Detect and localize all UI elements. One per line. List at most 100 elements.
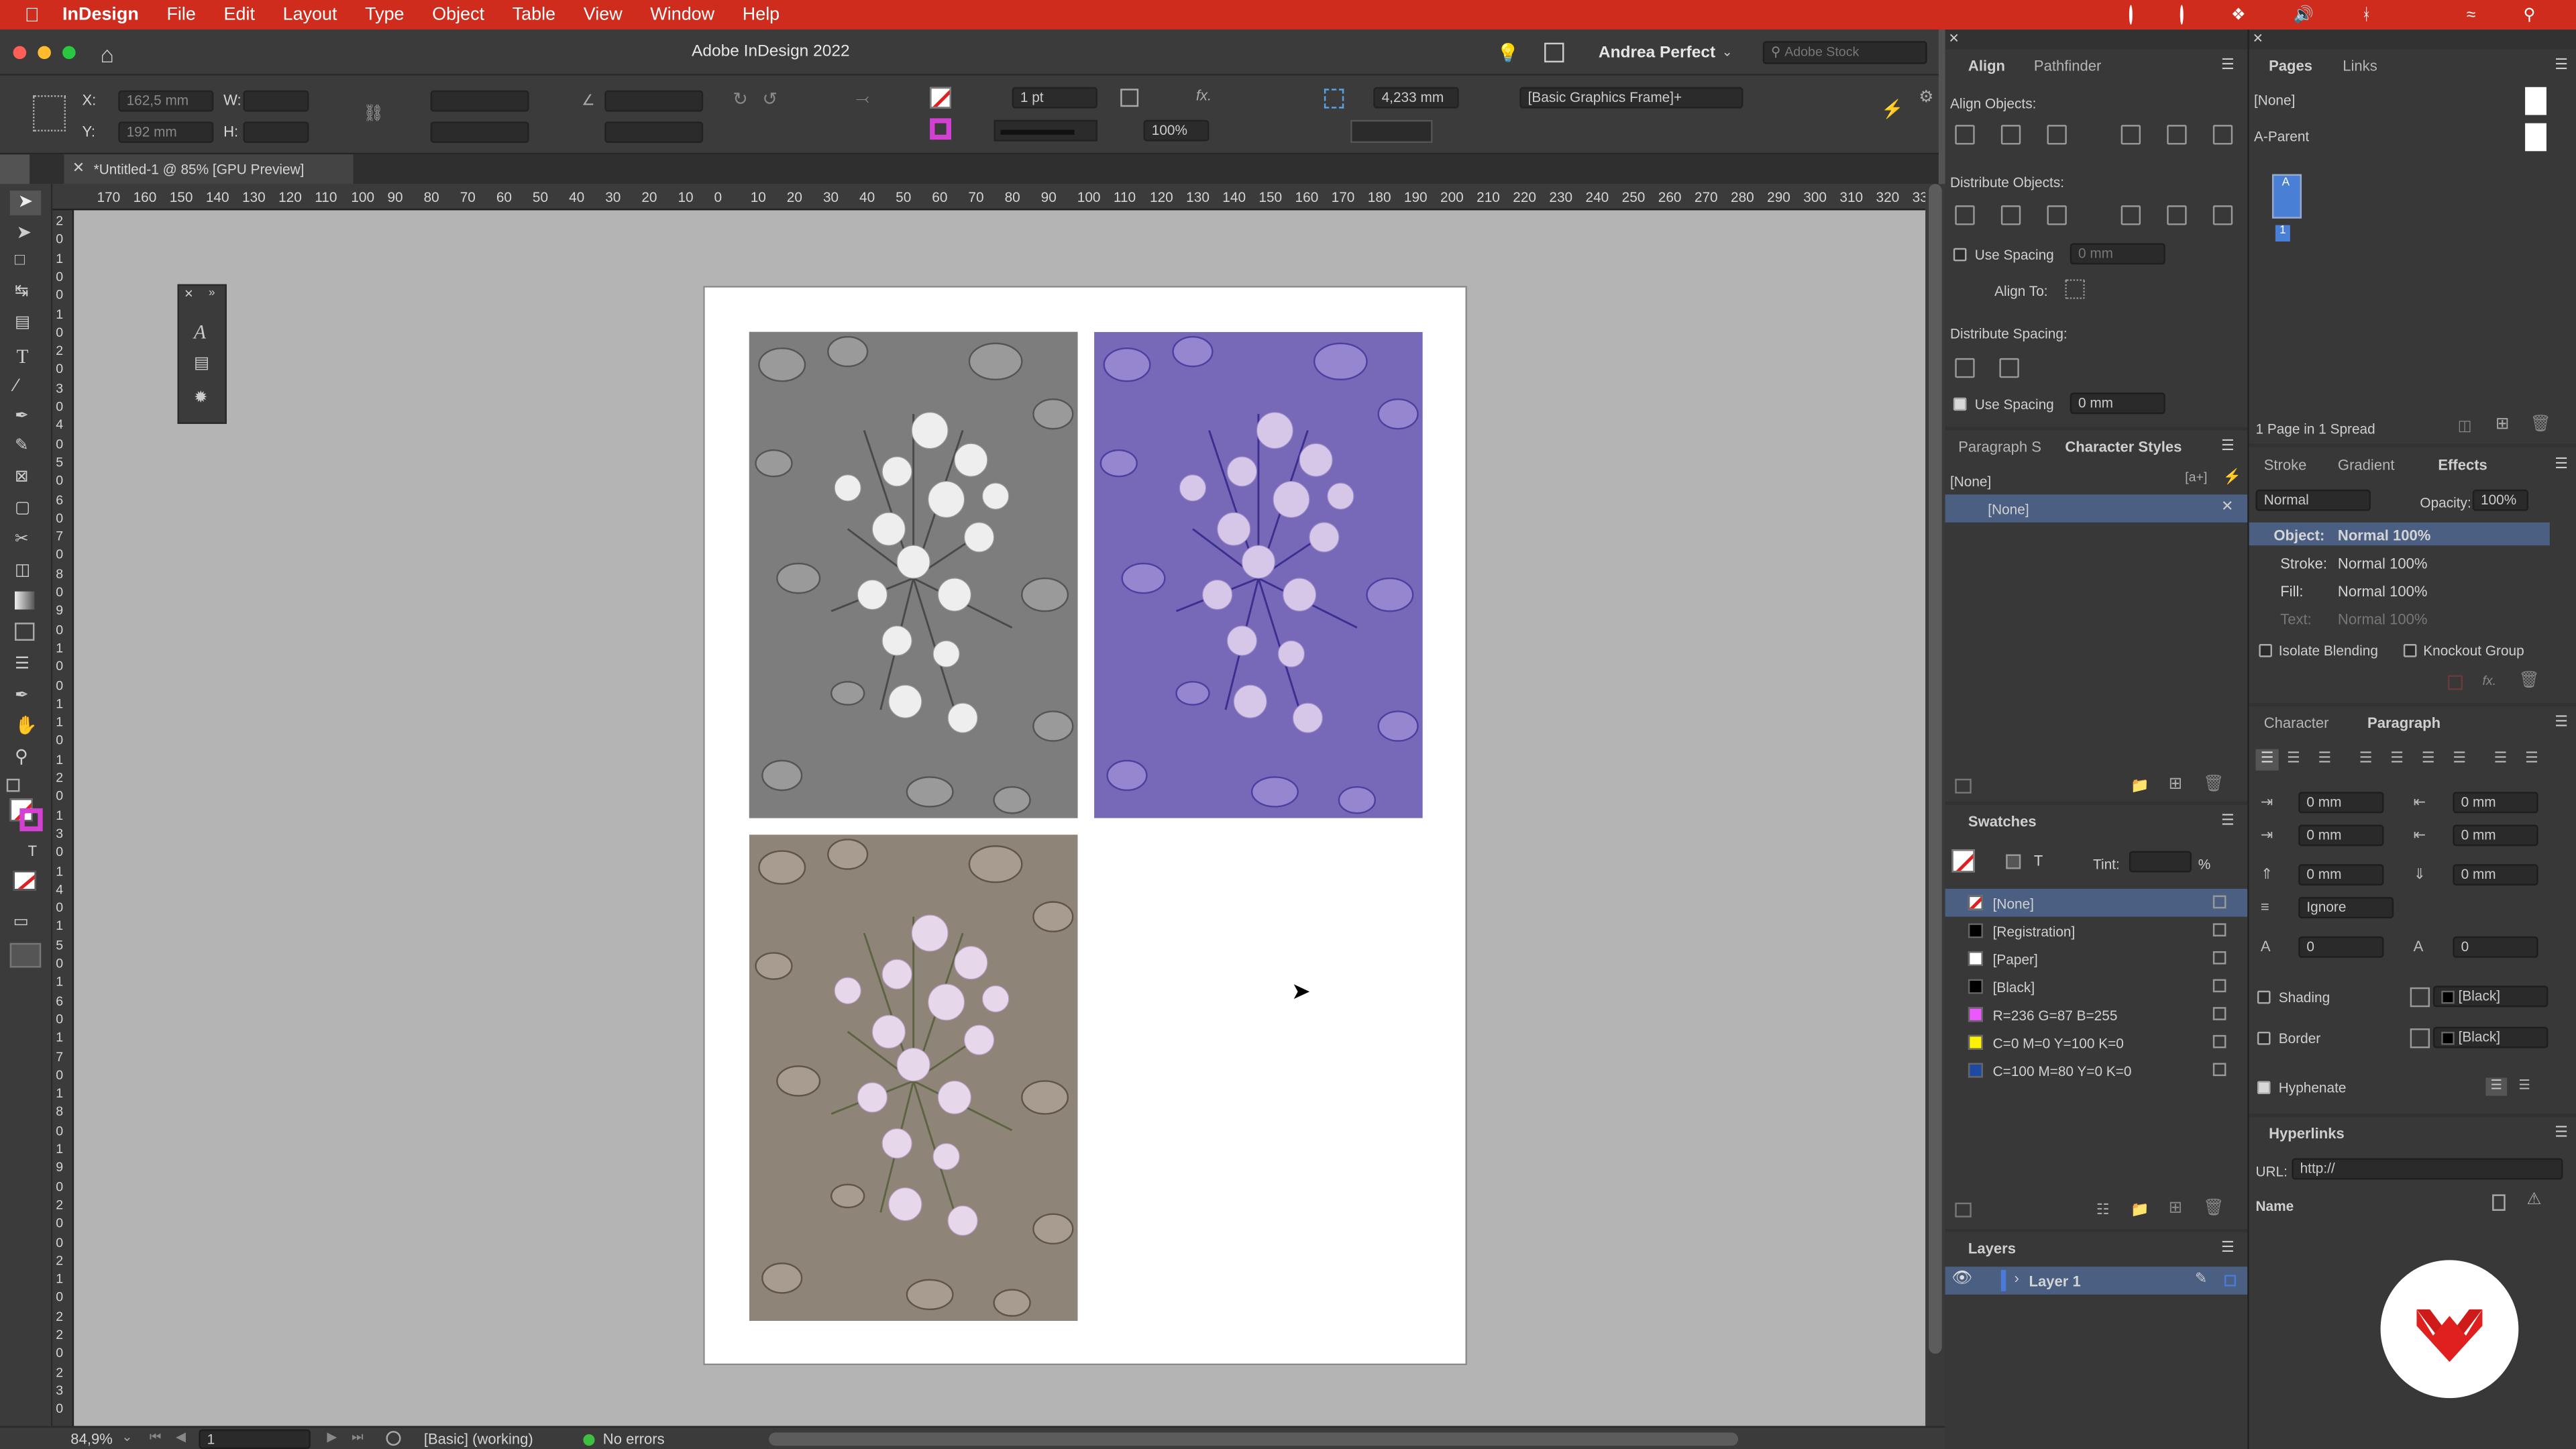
app-menu[interactable]: InDesign bbox=[62, 5, 139, 24]
free-transform-tool-icon[interactable]: ◫ bbox=[15, 562, 30, 580]
paragraph-menu-icon[interactable]: ☰ bbox=[2555, 713, 2568, 731]
layer-selection-square-icon[interactable] bbox=[2224, 1275, 2237, 1287]
tint-field[interactable] bbox=[2129, 851, 2192, 873]
hand-tool-icon[interactable]: ✋ bbox=[15, 714, 38, 736]
close-mini-panel-icon[interactable]: ✕ bbox=[184, 288, 193, 301]
tab-effects[interactable]: Effects bbox=[2438, 457, 2487, 473]
wifi-icon[interactable]: ≈ bbox=[2467, 6, 2475, 24]
rectangle-tool-icon[interactable]: ▢ bbox=[15, 499, 30, 517]
hyperlinks-menu-icon[interactable]: ☰ bbox=[2555, 1124, 2568, 1142]
align-h-center-icon[interactable] bbox=[2000, 125, 2021, 145]
fill-swatch-icon[interactable] bbox=[930, 87, 951, 109]
spacing-field-1[interactable]: 0 mm bbox=[2070, 243, 2165, 265]
zoom-chevron-icon[interactable]: ⌄ bbox=[121, 1430, 132, 1444]
justify-right-icon[interactable]: ☰ bbox=[2453, 749, 2466, 767]
prev-page-icon[interactable]: ◀ bbox=[176, 1430, 186, 1444]
fx-icon[interactable]: fx. bbox=[1196, 87, 1212, 103]
align-panel-menu-icon[interactable]: ☰ bbox=[2221, 56, 2235, 74]
layers-menu-icon[interactable]: ☰ bbox=[2221, 1239, 2235, 1257]
apple-icon[interactable]:  bbox=[25, 3, 40, 26]
distribute-bottom-icon[interactable] bbox=[2047, 205, 2067, 225]
next-page-icon[interactable]: ▶ bbox=[327, 1430, 337, 1444]
type-tool-icon[interactable]: T bbox=[16, 345, 28, 370]
rotate-field[interactable] bbox=[604, 90, 704, 112]
border-color-select[interactable]: [Black] bbox=[2432, 1026, 2548, 1049]
shear-field[interactable] bbox=[604, 121, 704, 144]
create-style-icon[interactable]: [a+] bbox=[2185, 470, 2207, 484]
effects-text-label[interactable]: Text: bbox=[2280, 611, 2312, 627]
page-thumb-1[interactable]: A bbox=[2271, 174, 2302, 219]
formatting-text-icon[interactable]: T bbox=[28, 843, 37, 859]
swatch-preview[interactable] bbox=[1350, 119, 1433, 144]
space-before-field[interactable]: 0 mm bbox=[2298, 864, 2384, 886]
parent-none-thumb[interactable] bbox=[2525, 87, 2546, 115]
last-page-icon[interactable]: ⏭ bbox=[352, 1430, 364, 1446]
align-v-center-icon[interactable] bbox=[2167, 125, 2187, 145]
scale-y-field[interactable] bbox=[430, 121, 529, 144]
character-styles-icon[interactable]: A bbox=[194, 321, 206, 345]
justify-all-icon[interactable]: ☰ bbox=[2422, 749, 2435, 767]
distribute-top-icon[interactable] bbox=[1955, 205, 1975, 225]
new-swatch-icon[interactable]: ⊞ bbox=[2169, 1199, 2183, 1218]
swatch-row[interactable]: R=236 G=87 B=255 bbox=[1945, 1000, 2248, 1028]
creative-cloud-icon[interactable] bbox=[2129, 5, 2133, 25]
balance-lines-icon[interactable]: ☰ bbox=[2485, 1077, 2508, 1096]
menu-table[interactable]: Table bbox=[513, 5, 555, 24]
lightbulb-icon[interactable]: 💡 bbox=[1497, 43, 1519, 64]
adobe-stock-search[interactable]: ⚲ Adobe Stock bbox=[1762, 41, 1927, 64]
search-icon[interactable]: ⚲ bbox=[2523, 6, 2535, 24]
page-tool-icon[interactable]: □ bbox=[15, 252, 25, 270]
align-towards-spine-icon[interactable]: ☰ bbox=[2494, 749, 2508, 767]
zoom-tool-icon[interactable]: ⚲ bbox=[15, 746, 28, 767]
swatch-fill-stroke-icon[interactable] bbox=[1951, 849, 1975, 873]
swatch-row[interactable]: [Registration] bbox=[1945, 917, 2248, 945]
align-center-text-icon[interactable]: ☰ bbox=[2287, 749, 2300, 767]
justify-left-icon[interactable]: ☰ bbox=[2359, 749, 2373, 767]
w-field[interactable] bbox=[243, 90, 309, 112]
vertical-scrollbar[interactable] bbox=[1925, 184, 1945, 1426]
content-collector-icon[interactable]: ▤ bbox=[15, 314, 30, 332]
tab-pathfinder[interactable]: Pathfinder bbox=[2034, 58, 2101, 74]
distribute-v-center-icon[interactable] bbox=[2000, 205, 2021, 225]
photo-grayscale-flowers[interactable] bbox=[749, 331, 1078, 818]
new-style-icon[interactable]: ⊞ bbox=[2169, 775, 2183, 794]
close-right-dock-icon[interactable]: ✕ bbox=[2253, 32, 2263, 46]
tab-character-styles[interactable]: Character Styles bbox=[2065, 439, 2182, 455]
align-right-icon[interactable] bbox=[2047, 125, 2067, 145]
quick-apply-style-icon[interactable]: ⚡ bbox=[2222, 468, 2241, 486]
effects-stroke-label[interactable]: Stroke: bbox=[2280, 555, 2327, 572]
frame-fitting-icon[interactable] bbox=[1120, 89, 1139, 107]
rectangle-frame-tool-icon[interactable]: ⊠ bbox=[15, 468, 29, 486]
shading-checkbox[interactable] bbox=[2257, 990, 2271, 1004]
effects-stroke-value[interactable]: Normal 100% bbox=[2338, 555, 2428, 572]
zoom-window-button[interactable] bbox=[62, 46, 76, 60]
preflight-errors[interactable]: No errors bbox=[603, 1431, 665, 1447]
align-top-icon[interactable] bbox=[2121, 125, 2141, 145]
tab-stroke[interactable]: Stroke bbox=[2264, 457, 2307, 473]
bluetooth-icon[interactable]: ᚼ bbox=[2361, 6, 2371, 24]
justify-center-icon[interactable]: ☰ bbox=[2390, 749, 2404, 767]
new-style-group-icon[interactable]: 📁 bbox=[2131, 777, 2149, 795]
border-settings-icon[interactable] bbox=[2410, 1028, 2430, 1049]
constrain-proportions-icon[interactable]: ⛓ bbox=[363, 105, 384, 123]
swatch-row[interactable]: C=100 M=80 Y=0 K=0 bbox=[1945, 1057, 2248, 1085]
right-indent-field[interactable]: 0 mm bbox=[2453, 792, 2538, 814]
parent-a[interactable]: A-Parent bbox=[2254, 128, 2309, 144]
expand-layer-icon[interactable]: › bbox=[2014, 1270, 2019, 1286]
pen-tool-icon[interactable]: ✒ bbox=[15, 407, 29, 425]
menu-layout[interactable]: Layout bbox=[283, 5, 337, 24]
scissors-tool-icon[interactable]: ✂ bbox=[15, 531, 29, 549]
align-left-text-icon[interactable]: ☰ bbox=[2255, 749, 2279, 771]
effects-fill-value[interactable]: Normal 100% bbox=[2338, 583, 2428, 599]
distribute-v-space-icon[interactable] bbox=[1955, 358, 1975, 378]
effects-menu-icon[interactable]: ☰ bbox=[2555, 455, 2568, 473]
delete-swatch-icon[interactable]: 🗑 bbox=[2203, 1199, 2224, 1218]
direct-selection-tool-icon[interactable]: ➤ bbox=[16, 222, 32, 243]
delete-effect-icon[interactable]: 🗑 bbox=[2518, 672, 2539, 690]
hyperlinks-title[interactable]: Hyperlinks bbox=[2269, 1126, 2345, 1142]
menu-edit[interactable]: Edit bbox=[224, 5, 255, 24]
tab-paragraph[interactable]: Paragraph bbox=[2367, 714, 2440, 731]
swatch-row[interactable]: [Paper] bbox=[1945, 945, 2248, 973]
clear-effects-icon[interactable] bbox=[2448, 675, 2463, 690]
auto-fit-icon[interactable] bbox=[1324, 89, 1344, 109]
